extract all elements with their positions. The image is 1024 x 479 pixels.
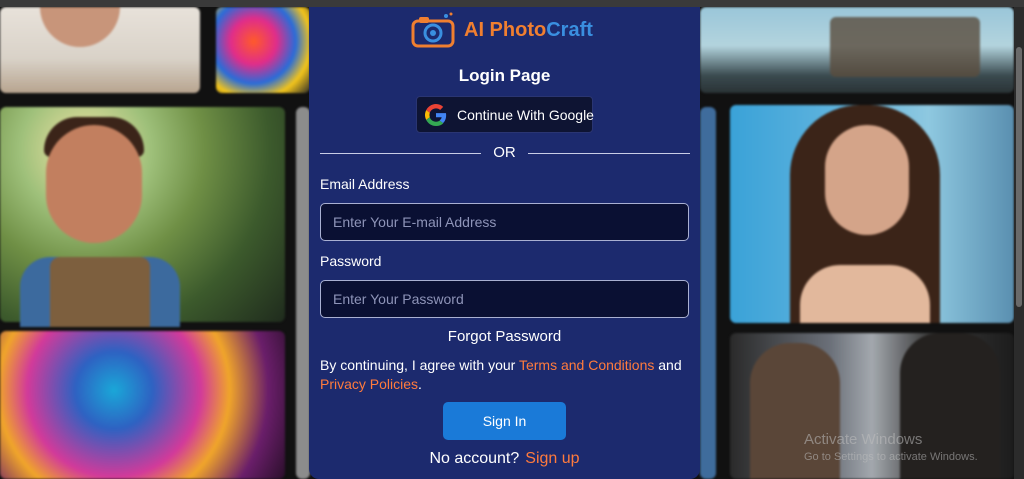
brand-logo[interactable]: AI PhotoCraft (410, 11, 593, 49)
google-g-icon (425, 103, 447, 126)
brand-name: AI PhotoCraft (464, 19, 593, 42)
bg-photo-man-white-shirt (0, 7, 200, 93)
page-scrollbar[interactable] (1014, 7, 1024, 479)
camera-logo-icon (410, 12, 458, 48)
bg-photo-colorful-flower (0, 331, 285, 479)
bg-photo-woman-portrait (730, 105, 1014, 323)
bg-photo-ship (700, 7, 1014, 93)
no-account-row: No account? Sign up (309, 450, 700, 468)
divider-line-right (528, 153, 690, 154)
page-title: Login Page (458, 66, 551, 85)
browser-top-strip (0, 0, 1024, 7)
bg-photo-colorful-art (216, 7, 310, 93)
email-label: Email Address (320, 176, 410, 192)
windows-activation-watermark: Activate Windows Go to Settings to activ… (804, 431, 978, 463)
brand-name-part1: AI Photo (464, 18, 547, 41)
scrollbar-thumb[interactable] (1016, 47, 1022, 307)
watermark-title: Activate Windows (804, 431, 923, 448)
privacy-link[interactable]: Privacy Policies (320, 376, 418, 392)
bg-photo-smiling-man (0, 107, 285, 327)
password-field[interactable] (320, 280, 689, 318)
email-field[interactable] (320, 203, 689, 241)
or-divider: OR (320, 144, 690, 162)
brand-name-part2: Craft (546, 18, 593, 41)
consent-prefix: By continuing, I agree with your (320, 357, 519, 373)
sign-in-button[interactable]: Sign In (443, 402, 566, 440)
login-card: AI PhotoCraft Login Page Continue With G… (309, 7, 700, 479)
password-label: Password (320, 253, 382, 269)
consent-suffix: . (418, 376, 422, 392)
bg-photo-edge-right (700, 107, 716, 479)
divider-text: OR (493, 144, 516, 161)
consent-text: By continuing, I agree with your Terms a… (320, 356, 690, 394)
terms-link[interactable]: Terms and Conditions (519, 357, 654, 373)
no-account-text: No account? (429, 450, 520, 467)
consent-and: and (654, 357, 682, 373)
watermark-subtitle: Go to Settings to activate Windows. (804, 451, 978, 463)
divider-line-left (320, 153, 481, 154)
google-button-label: Continue With Google (457, 106, 594, 123)
bg-photo-edge-left (296, 107, 310, 479)
continue-with-google-button[interactable]: Continue With Google (416, 96, 594, 133)
forgot-password-link[interactable]: Forgot Password (309, 328, 700, 345)
sign-up-link[interactable]: Sign up (525, 450, 579, 467)
